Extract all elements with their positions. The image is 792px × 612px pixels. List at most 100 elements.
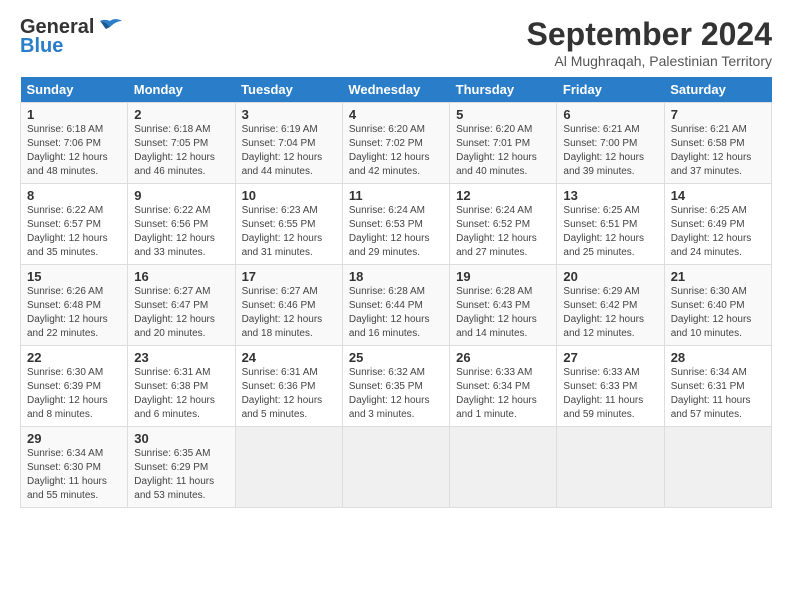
day-info: Sunrise: 6:31 AM Sunset: 6:38 PM Dayligh… bbox=[134, 366, 228, 422]
calendar-cell: 20Sunrise: 6:29 AM Sunset: 6:42 PM Dayli… bbox=[557, 265, 664, 346]
day-info: Sunrise: 6:35 AM Sunset: 6:29 PM Dayligh… bbox=[134, 447, 228, 503]
day-info: Sunrise: 6:21 AM Sunset: 7:00 PM Dayligh… bbox=[563, 123, 657, 179]
calendar-cell: 5Sunrise: 6:20 AM Sunset: 7:01 PM Daylig… bbox=[450, 103, 557, 184]
calendar-cell bbox=[557, 427, 664, 508]
day-number: 7 bbox=[671, 107, 765, 122]
logo: General Blue bbox=[20, 16, 124, 58]
calendar-cell: 7Sunrise: 6:21 AM Sunset: 6:58 PM Daylig… bbox=[664, 103, 771, 184]
week-row-1: 1Sunrise: 6:18 AM Sunset: 7:06 PM Daylig… bbox=[21, 103, 772, 184]
day-info: Sunrise: 6:22 AM Sunset: 6:56 PM Dayligh… bbox=[134, 204, 228, 260]
page: General Blue September 2024 Al Mughraqah… bbox=[0, 0, 792, 518]
day-info: Sunrise: 6:25 AM Sunset: 6:51 PM Dayligh… bbox=[563, 204, 657, 260]
calendar-cell: 19Sunrise: 6:28 AM Sunset: 6:43 PM Dayli… bbox=[450, 265, 557, 346]
header-thursday: Thursday bbox=[450, 77, 557, 103]
day-info: Sunrise: 6:24 AM Sunset: 6:52 PM Dayligh… bbox=[456, 204, 550, 260]
day-info: Sunrise: 6:28 AM Sunset: 6:44 PM Dayligh… bbox=[349, 285, 443, 341]
day-number: 28 bbox=[671, 350, 765, 365]
calendar-table: Sunday Monday Tuesday Wednesday Thursday… bbox=[20, 77, 772, 508]
calendar-cell: 8Sunrise: 6:22 AM Sunset: 6:57 PM Daylig… bbox=[21, 184, 128, 265]
calendar-cell: 10Sunrise: 6:23 AM Sunset: 6:55 PM Dayli… bbox=[235, 184, 342, 265]
calendar-cell: 26Sunrise: 6:33 AM Sunset: 6:34 PM Dayli… bbox=[450, 346, 557, 427]
header-wednesday: Wednesday bbox=[342, 77, 449, 103]
day-number: 29 bbox=[27, 431, 121, 446]
day-info: Sunrise: 6:26 AM Sunset: 6:48 PM Dayligh… bbox=[27, 285, 121, 341]
header-area: General Blue September 2024 Al Mughraqah… bbox=[20, 16, 772, 69]
day-info: Sunrise: 6:27 AM Sunset: 6:47 PM Dayligh… bbox=[134, 285, 228, 341]
day-info: Sunrise: 6:30 AM Sunset: 6:39 PM Dayligh… bbox=[27, 366, 121, 422]
calendar-title: September 2024 bbox=[527, 16, 772, 53]
day-number: 25 bbox=[349, 350, 443, 365]
day-info: Sunrise: 6:33 AM Sunset: 6:34 PM Dayligh… bbox=[456, 366, 550, 422]
day-number: 3 bbox=[242, 107, 336, 122]
calendar-cell: 23Sunrise: 6:31 AM Sunset: 6:38 PM Dayli… bbox=[128, 346, 235, 427]
day-info: Sunrise: 6:30 AM Sunset: 6:40 PM Dayligh… bbox=[671, 285, 765, 341]
day-info: Sunrise: 6:34 AM Sunset: 6:31 PM Dayligh… bbox=[671, 366, 765, 422]
header-tuesday: Tuesday bbox=[235, 77, 342, 103]
day-info: Sunrise: 6:20 AM Sunset: 7:02 PM Dayligh… bbox=[349, 123, 443, 179]
calendar-header: Sunday Monday Tuesday Wednesday Thursday… bbox=[21, 77, 772, 103]
day-number: 14 bbox=[671, 188, 765, 203]
day-number: 4 bbox=[349, 107, 443, 122]
day-info: Sunrise: 6:27 AM Sunset: 6:46 PM Dayligh… bbox=[242, 285, 336, 341]
day-number: 13 bbox=[563, 188, 657, 203]
day-number: 27 bbox=[563, 350, 657, 365]
week-row-3: 15Sunrise: 6:26 AM Sunset: 6:48 PM Dayli… bbox=[21, 265, 772, 346]
day-number: 18 bbox=[349, 269, 443, 284]
day-info: Sunrise: 6:33 AM Sunset: 6:33 PM Dayligh… bbox=[563, 366, 657, 422]
day-number: 20 bbox=[563, 269, 657, 284]
day-info: Sunrise: 6:18 AM Sunset: 7:05 PM Dayligh… bbox=[134, 123, 228, 179]
day-number: 21 bbox=[671, 269, 765, 284]
day-info: Sunrise: 6:31 AM Sunset: 6:36 PM Dayligh… bbox=[242, 366, 336, 422]
calendar-cell: 9Sunrise: 6:22 AM Sunset: 6:56 PM Daylig… bbox=[128, 184, 235, 265]
day-info: Sunrise: 6:20 AM Sunset: 7:01 PM Dayligh… bbox=[456, 123, 550, 179]
day-number: 23 bbox=[134, 350, 228, 365]
day-info: Sunrise: 6:32 AM Sunset: 6:35 PM Dayligh… bbox=[349, 366, 443, 422]
day-number: 9 bbox=[134, 188, 228, 203]
calendar-cell: 17Sunrise: 6:27 AM Sunset: 6:46 PM Dayli… bbox=[235, 265, 342, 346]
day-info: Sunrise: 6:34 AM Sunset: 6:30 PM Dayligh… bbox=[27, 447, 121, 503]
calendar-cell: 28Sunrise: 6:34 AM Sunset: 6:31 PM Dayli… bbox=[664, 346, 771, 427]
header-friday: Friday bbox=[557, 77, 664, 103]
calendar-cell: 24Sunrise: 6:31 AM Sunset: 6:36 PM Dayli… bbox=[235, 346, 342, 427]
calendar-cell: 1Sunrise: 6:18 AM Sunset: 7:06 PM Daylig… bbox=[21, 103, 128, 184]
day-number: 12 bbox=[456, 188, 550, 203]
day-info: Sunrise: 6:18 AM Sunset: 7:06 PM Dayligh… bbox=[27, 123, 121, 179]
calendar-cell: 27Sunrise: 6:33 AM Sunset: 6:33 PM Dayli… bbox=[557, 346, 664, 427]
week-row-2: 8Sunrise: 6:22 AM Sunset: 6:57 PM Daylig… bbox=[21, 184, 772, 265]
day-info: Sunrise: 6:23 AM Sunset: 6:55 PM Dayligh… bbox=[242, 204, 336, 260]
calendar-cell: 15Sunrise: 6:26 AM Sunset: 6:48 PM Dayli… bbox=[21, 265, 128, 346]
calendar-cell: 13Sunrise: 6:25 AM Sunset: 6:51 PM Dayli… bbox=[557, 184, 664, 265]
calendar-cell: 30Sunrise: 6:35 AM Sunset: 6:29 PM Dayli… bbox=[128, 427, 235, 508]
calendar-cell: 12Sunrise: 6:24 AM Sunset: 6:52 PM Dayli… bbox=[450, 184, 557, 265]
calendar-cell: 4Sunrise: 6:20 AM Sunset: 7:02 PM Daylig… bbox=[342, 103, 449, 184]
header-monday: Monday bbox=[128, 77, 235, 103]
day-number: 10 bbox=[242, 188, 336, 203]
day-number: 30 bbox=[134, 431, 228, 446]
header-sunday: Sunday bbox=[21, 77, 128, 103]
day-number: 26 bbox=[456, 350, 550, 365]
calendar-cell: 16Sunrise: 6:27 AM Sunset: 6:47 PM Dayli… bbox=[128, 265, 235, 346]
day-number: 5 bbox=[456, 107, 550, 122]
logo-bird-icon bbox=[96, 17, 124, 39]
calendar-subtitle: Al Mughraqah, Palestinian Territory bbox=[527, 53, 772, 69]
day-number: 6 bbox=[563, 107, 657, 122]
day-number: 1 bbox=[27, 107, 121, 122]
calendar-body: 1Sunrise: 6:18 AM Sunset: 7:06 PM Daylig… bbox=[21, 103, 772, 508]
day-info: Sunrise: 6:22 AM Sunset: 6:57 PM Dayligh… bbox=[27, 204, 121, 260]
day-info: Sunrise: 6:24 AM Sunset: 6:53 PM Dayligh… bbox=[349, 204, 443, 260]
calendar-cell: 29Sunrise: 6:34 AM Sunset: 6:30 PM Dayli… bbox=[21, 427, 128, 508]
calendar-cell: 22Sunrise: 6:30 AM Sunset: 6:39 PM Dayli… bbox=[21, 346, 128, 427]
calendar-cell: 14Sunrise: 6:25 AM Sunset: 6:49 PM Dayli… bbox=[664, 184, 771, 265]
calendar-cell: 18Sunrise: 6:28 AM Sunset: 6:44 PM Dayli… bbox=[342, 265, 449, 346]
calendar-cell: 21Sunrise: 6:30 AM Sunset: 6:40 PM Dayli… bbox=[664, 265, 771, 346]
day-info: Sunrise: 6:28 AM Sunset: 6:43 PM Dayligh… bbox=[456, 285, 550, 341]
calendar-cell bbox=[450, 427, 557, 508]
day-number: 2 bbox=[134, 107, 228, 122]
calendar-cell bbox=[342, 427, 449, 508]
day-number: 17 bbox=[242, 269, 336, 284]
day-number: 16 bbox=[134, 269, 228, 284]
day-info: Sunrise: 6:25 AM Sunset: 6:49 PM Dayligh… bbox=[671, 204, 765, 260]
day-number: 19 bbox=[456, 269, 550, 284]
day-number: 8 bbox=[27, 188, 121, 203]
day-number: 24 bbox=[242, 350, 336, 365]
